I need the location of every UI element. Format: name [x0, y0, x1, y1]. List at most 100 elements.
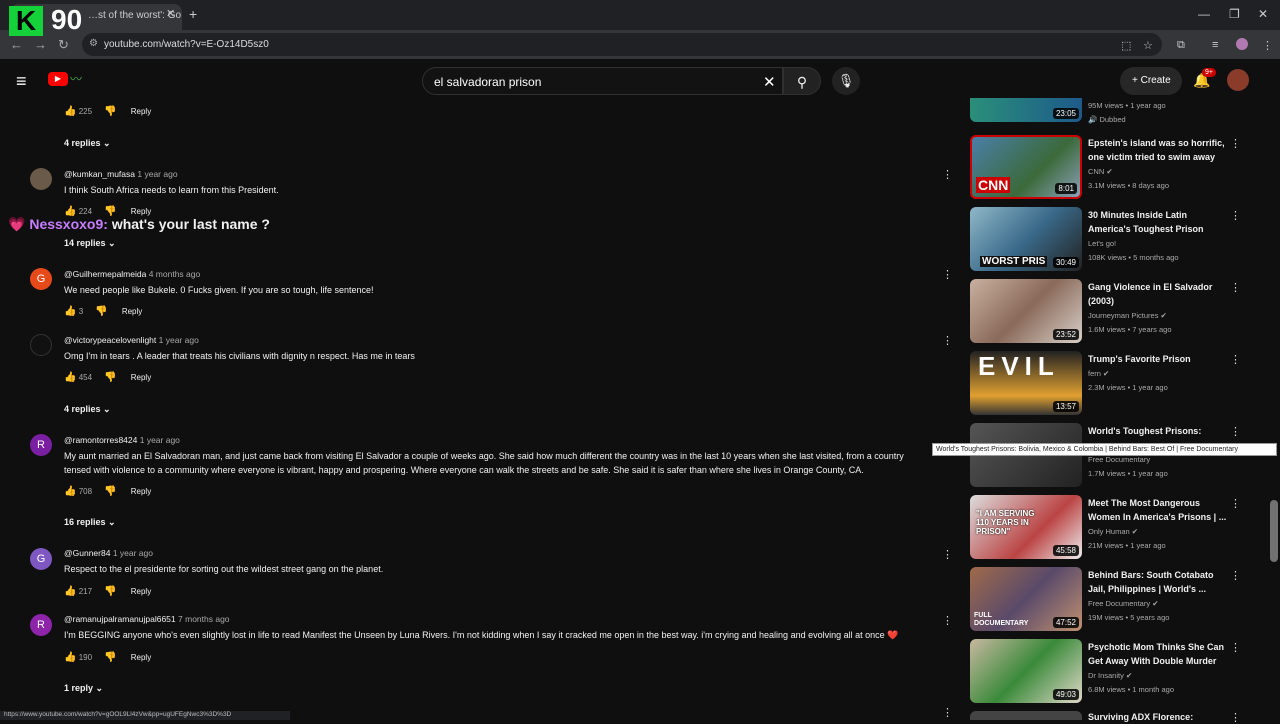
hamburger-menu-icon[interactable]: ≡ — [16, 71, 27, 92]
account-avatar[interactable] — [1227, 69, 1249, 91]
comment-author[interactable]: @kumkan_mufasa 1 year ago — [64, 169, 178, 179]
like-icon[interactable]: 👍 — [64, 306, 76, 317]
video-thumbnail[interactable]: 23:05 — [970, 98, 1082, 122]
clear-search-icon[interactable]: ✕ — [763, 73, 776, 91]
dislike-icon[interactable]: 👎 — [104, 372, 116, 383]
replies-toggle[interactable]: 16 replies ⌄ — [64, 517, 116, 528]
restore-icon[interactable]: ❐ — [1229, 7, 1240, 21]
channel-name[interactable]: fern ✔ — [1088, 369, 1109, 378]
video-thumbnail[interactable]: "I AM SERVING 110 YEARS IN PRISON" 45:58 — [970, 495, 1082, 559]
video-thumbnail[interactable]: CNN 8:01 — [970, 135, 1082, 199]
comment-author[interactable]: @ramanujpalramanujpal6651 7 months ago — [64, 614, 230, 624]
comment-author[interactable]: @Guilhermepalmeida 4 months ago — [64, 269, 200, 279]
comment-menu-icon[interactable]: ⋮ — [942, 548, 953, 561]
search-input[interactable]: el salvadoran prison — [422, 67, 783, 95]
reply-button[interactable]: Reply — [131, 587, 151, 596]
video-menu-icon[interactable]: ⋮ — [1230, 137, 1241, 150]
video-title[interactable]: Behind Bars: South Cotabato Jail, Philip… — [1088, 568, 1228, 596]
media-icon[interactable]: ≡ — [1212, 39, 1218, 51]
channel-name[interactable]: Dr Insanity ✔ — [1088, 671, 1132, 680]
site-info-icon[interactable]: ⚙ — [89, 38, 98, 49]
comment-author[interactable]: @ramontorres8424 1 year ago — [64, 435, 180, 445]
video-menu-icon[interactable]: ⋮ — [1230, 641, 1241, 654]
replies-toggle[interactable]: 14 replies ⌄ — [64, 238, 116, 249]
replies-toggle[interactable]: 1 reply ⌄ — [64, 683, 103, 694]
comment-menu-icon[interactable]: ⋮ — [942, 168, 953, 181]
channel-name[interactable]: Free Documentary — [1088, 455, 1150, 464]
channel-name[interactable]: Let's go! — [1088, 239, 1116, 248]
video-menu-icon[interactable]: ⋮ — [1230, 353, 1241, 366]
video-thumbnail[interactable]: FULL DOCUMENTARY 47:52 — [970, 567, 1082, 631]
dislike-icon[interactable]: 👎 — [104, 652, 116, 663]
voice-search-button[interactable]: 🎙 — [832, 67, 860, 95]
video-menu-icon[interactable]: ⋮ — [1230, 425, 1241, 438]
replies-toggle[interactable]: 4 replies ⌄ — [64, 138, 111, 149]
commenter-avatar[interactable] — [30, 334, 52, 356]
youtube-doodle-icon[interactable]: 〰 — [70, 70, 82, 87]
minimize-icon[interactable]: — — [1198, 7, 1210, 21]
like-icon[interactable]: 👍 — [64, 586, 76, 597]
commenter-avatar[interactable]: R — [30, 434, 52, 456]
profile-avatar[interactable] — [1236, 38, 1248, 50]
dislike-icon[interactable]: 👎 — [104, 486, 116, 497]
video-thumbnail[interactable]: EVIL 13:57 — [970, 351, 1082, 415]
comment-menu-icon[interactable]: ⋮ — [942, 706, 953, 719]
video-title[interactable]: Trump's Favorite Prison — [1088, 352, 1228, 366]
video-title[interactable]: Gang Violence in El Salvador (2003) — [1088, 280, 1228, 308]
reply-button[interactable]: Reply — [131, 207, 151, 216]
commenter-avatar[interactable] — [30, 168, 52, 190]
dislike-icon[interactable]: 👎 — [95, 306, 107, 317]
video-title[interactable]: Meet The Most Dangerous Women In America… — [1088, 496, 1228, 524]
replies-toggle[interactable]: 4 replies ⌄ — [64, 404, 111, 415]
back-icon[interactable]: ← — [10, 37, 23, 52]
address-bar[interactable]: ⚙ youtube.com/watch?v=E-Oz14D5sz0 — [82, 33, 1162, 56]
commenter-avatar[interactable]: G — [30, 268, 52, 290]
create-button[interactable]: + Create — [1120, 67, 1182, 95]
channel-name[interactable]: Journeyman Pictures ✔ — [1088, 311, 1167, 320]
video-title[interactable]: World's Toughest Prisons: — [1088, 424, 1228, 438]
like-icon[interactable]: 👍 — [64, 106, 76, 117]
comment-menu-icon[interactable]: ⋮ — [942, 614, 953, 627]
like-icon[interactable]: 👍 — [64, 372, 76, 383]
comment-author[interactable]: @Gunner84 1 year ago — [64, 548, 153, 558]
search-button[interactable]: ⚲ — [783, 67, 821, 95]
commenter-avatar[interactable]: G — [30, 548, 52, 570]
video-thumbnail[interactable]: 23:52 — [970, 279, 1082, 343]
channel-name[interactable]: CNN ✔ — [1088, 167, 1113, 176]
like-icon[interactable]: 👍 — [64, 652, 76, 663]
forward-icon[interactable]: → — [34, 37, 47, 52]
comment-author[interactable]: @victorypeacelovenlight 1 year ago — [64, 335, 199, 345]
youtube-logo-icon[interactable]: ▶ — [48, 72, 68, 86]
reply-button[interactable]: Reply — [122, 307, 142, 316]
browser-menu-icon[interactable]: ⋮ — [1262, 39, 1273, 52]
like-icon[interactable]: 👍 — [64, 486, 76, 497]
video-menu-icon[interactable]: ⋮ — [1230, 569, 1241, 582]
video-menu-icon[interactable]: ⋮ — [1230, 209, 1241, 222]
extensions-icon[interactable]: ⧉ — [1177, 39, 1185, 52]
video-title[interactable]: Psychotic Mom Thinks She Can Get Away Wi… — [1088, 640, 1228, 668]
dislike-icon[interactable]: 👎 — [104, 106, 116, 117]
bookmark-star-icon[interactable]: ☆ — [1143, 39, 1153, 52]
channel-name[interactable]: Only Human ✔ — [1088, 527, 1138, 536]
video-title[interactable]: Surviving ADX Florence: — [1088, 710, 1228, 724]
reload-icon[interactable]: ↻ — [58, 37, 69, 53]
comment-menu-icon[interactable]: ⋮ — [942, 268, 953, 281]
reply-button[interactable]: Reply — [131, 107, 151, 116]
close-window-icon[interactable]: ✕ — [1258, 7, 1268, 21]
video-thumbnail[interactable]: WORST PRIS 30:49 — [970, 207, 1082, 271]
reply-button[interactable]: Reply — [131, 487, 151, 496]
comment-menu-icon[interactable]: ⋮ — [942, 334, 953, 347]
channel-name[interactable]: Free Documentary ✔ — [1088, 599, 1159, 608]
tab-close-icon[interactable]: ✕ — [166, 7, 175, 20]
video-thumbnail[interactable] — [970, 711, 1082, 720]
video-menu-icon[interactable]: ⋮ — [1230, 281, 1241, 294]
dislike-icon[interactable]: 👎 — [104, 586, 116, 597]
video-thumbnail[interactable]: 49:03 — [970, 639, 1082, 703]
page-scrollbar[interactable] — [1270, 500, 1278, 562]
commenter-avatar[interactable]: R — [30, 614, 52, 636]
video-title[interactable]: Epstein's island was so horrific, one vi… — [1088, 136, 1228, 164]
new-tab-icon[interactable]: + — [189, 6, 197, 22]
reply-button[interactable]: Reply — [131, 373, 151, 382]
video-title[interactable]: 30 Minutes Inside Latin America's Toughe… — [1088, 208, 1228, 236]
video-menu-icon[interactable]: ⋮ — [1230, 497, 1241, 510]
